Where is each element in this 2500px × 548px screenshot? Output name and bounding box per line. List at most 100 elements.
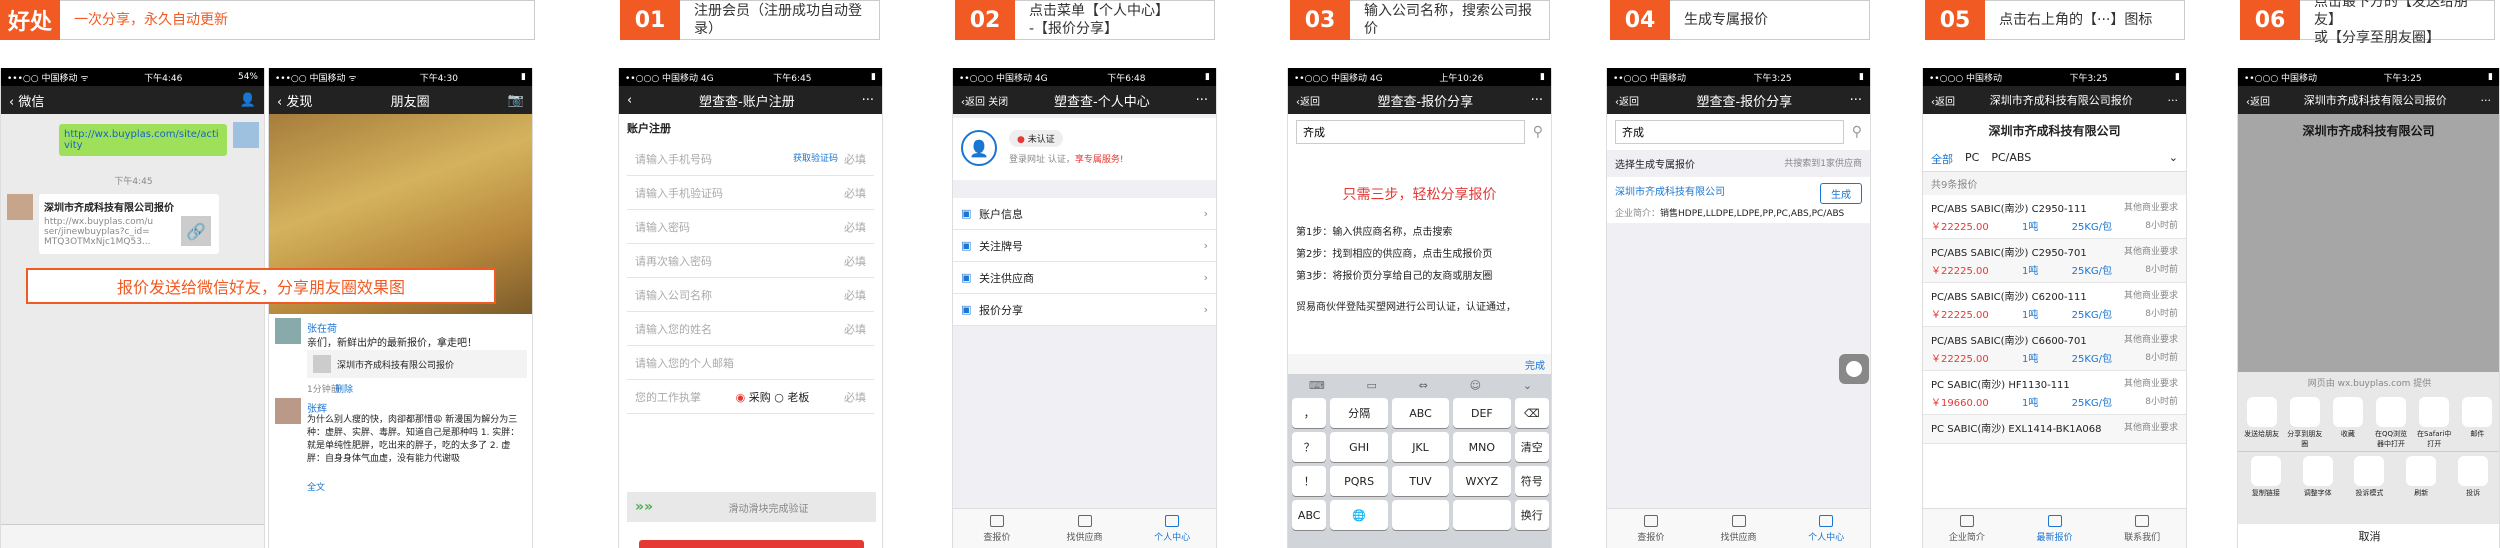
more-icon[interactable]: ···: [1531, 93, 1543, 108]
back-button[interactable]: ‹返回 关闭: [961, 93, 1008, 108]
back-button[interactable]: ‹返回: [1615, 93, 1639, 108]
tab-suppliers[interactable]: 找供应商: [1695, 509, 1783, 548]
tab-profile[interactable]: 个人中心: [1782, 509, 1870, 548]
key[interactable]: 符号: [1514, 466, 1549, 496]
post-author[interactable]: 张辉: [307, 400, 327, 415]
form-field[interactable]: 请输入公司名称 必填: [627, 278, 874, 312]
cancel-button[interactable]: 取消: [2238, 524, 2499, 548]
filter-pc[interactable]: PC: [1965, 151, 1979, 167]
form-field[interactable]: 请输入您的个人邮箱: [627, 346, 874, 380]
form-field[interactable]: 请输入您的姓名 必填: [627, 312, 874, 346]
key[interactable]: PQRS: [1330, 466, 1388, 496]
key[interactable]: ，: [1292, 398, 1327, 428]
quote-item[interactable]: PC/ABS SABIC(南沙) C2950-701 其他商业要求 ￥22225.0…: [1923, 239, 2186, 283]
collapse-icon[interactable]: ⌄: [1523, 379, 1532, 392]
key[interactable]: 清空: [1514, 432, 1549, 462]
share-option[interactable]: 邮件: [2458, 397, 2496, 447]
share-option[interactable]: 收藏: [2329, 397, 2367, 447]
role-option[interactable]: 采购: [749, 391, 771, 404]
search-icon[interactable]: ⚲: [1533, 124, 1543, 140]
cursor-icon[interactable]: ⇔: [1419, 379, 1428, 392]
link-message[interactable]: http://wx.buyplas.com/site/activity: [59, 124, 227, 156]
more-icon[interactable]: ···: [2481, 94, 2492, 107]
slider-handle-icon[interactable]: »»: [627, 492, 661, 522]
emoji-icon[interactable]: ☺: [1470, 379, 1481, 392]
handwriting-icon[interactable]: ▭: [1367, 379, 1377, 392]
share-card[interactable]: 深圳市齐成科技有限公司报价 http://wx.buyplas.com/user…: [39, 194, 219, 254]
key[interactable]: 分隔: [1330, 398, 1388, 428]
key[interactable]: GHI: [1330, 432, 1388, 462]
keyboard-icon[interactable]: ⌨: [1309, 379, 1325, 392]
key[interactable]: ⌫: [1514, 398, 1549, 428]
tab-profile[interactable]: 个人中心: [1128, 509, 1216, 548]
back-button[interactable]: ‹ 发现: [277, 91, 312, 110]
back-button[interactable]: ‹返回: [1296, 93, 1320, 108]
key[interactable]: ABC: [1391, 398, 1450, 428]
close-label[interactable]: 关闭: [988, 97, 1008, 108]
more-icon[interactable]: ···: [1196, 93, 1208, 108]
tab-suppliers[interactable]: 找供应商: [1041, 509, 1129, 548]
key[interactable]: ABC: [1292, 500, 1327, 530]
menu-item[interactable]: ▣ 关注供应商 ›: [953, 262, 1216, 294]
more-icon[interactable]: ···: [862, 93, 874, 108]
key[interactable]: [1391, 500, 1450, 530]
generate-button[interactable]: 生成: [1820, 183, 1862, 204]
slider-verify[interactable]: »» 滑动滑块完成验证: [627, 492, 876, 522]
form-field[interactable]: 请输入手机验证码 必填: [627, 176, 874, 210]
back-button[interactable]: ‹返回: [1931, 93, 1955, 108]
share-option[interactable]: 发送给朋友: [2243, 397, 2281, 447]
more-icon[interactable]: ···: [1850, 93, 1862, 108]
quote-item[interactable]: PC/ABS SABIC(南沙) C6200-111 其他商业要求 ￥22225.0…: [1923, 283, 2186, 327]
expand-link[interactable]: 全文: [307, 480, 325, 493]
share-option[interactable]: 分享到朋友圈: [2286, 397, 2324, 447]
share-option[interactable]: 在Safari中打开: [2415, 397, 2453, 447]
search-input[interactable]: [1615, 120, 1844, 144]
role-option[interactable]: 老板: [787, 391, 809, 404]
back-button[interactable]: ‹返回: [2246, 93, 2270, 108]
filter-all[interactable]: 全部: [1931, 151, 1953, 167]
quote-item[interactable]: PC SABIC(南沙) HF1130-111 其他商业要求 ￥19660.00 1吨…: [1923, 371, 2186, 415]
quote-item[interactable]: PC/ABS SABIC(南沙) C2950-111 其他商业要求 ￥22225.0…: [1923, 195, 2186, 239]
key[interactable]: ？: [1292, 432, 1327, 462]
camera-icon[interactable]: 📷: [508, 93, 524, 108]
key[interactable]: 🌐: [1330, 500, 1388, 530]
tab-quotes[interactable]: 查报价: [1607, 509, 1695, 548]
share-option[interactable]: 刷新: [2402, 456, 2440, 506]
form-field[interactable]: 请输入密码 必填: [627, 210, 874, 244]
key[interactable]: JKL: [1391, 432, 1450, 462]
share-option[interactable]: 复制链接: [2247, 456, 2285, 506]
more-icon[interactable]: ···: [2168, 94, 2179, 107]
key[interactable]: DEF: [1453, 398, 1511, 428]
get-code-link[interactable]: 获取验证码: [793, 151, 838, 167]
share-option[interactable]: 投诉: [2454, 456, 2492, 506]
back-button[interactable]: ‹ 微信: [9, 91, 44, 110]
done-button[interactable]: 完成: [1525, 357, 1545, 372]
filter-pcabs[interactable]: PC/ABS: [1991, 151, 2031, 167]
share-option[interactable]: 在QQ浏览器中打开: [2372, 397, 2410, 447]
key[interactable]: 换行: [1514, 500, 1549, 530]
menu-item[interactable]: ▣ 关注牌号 ›: [953, 230, 1216, 262]
search-icon[interactable]: ⚲: [1852, 124, 1862, 140]
radio-checked-icon[interactable]: ◉: [736, 391, 746, 404]
key[interactable]: MNO: [1453, 432, 1511, 462]
key[interactable]: ！: [1292, 466, 1327, 496]
tab-quotes[interactable]: 查报价: [953, 509, 1041, 548]
assistive-touch[interactable]: [1839, 354, 1869, 384]
search-input[interactable]: [1296, 120, 1525, 144]
key[interactable]: [1453, 500, 1511, 530]
latest-quotes-tab[interactable]: 最新报价: [2011, 509, 2099, 548]
chevron-down-icon[interactable]: ⌄: [2169, 151, 2178, 167]
submit-button[interactable]: [639, 540, 864, 548]
menu-item[interactable]: ▣ 账户信息 ›: [953, 198, 1216, 230]
share-option[interactable]: 调整字体: [2299, 456, 2337, 506]
key[interactable]: TUV: [1391, 466, 1450, 496]
menu-item[interactable]: ▣ 报价分享 ›: [953, 294, 1216, 326]
quote-item[interactable]: PC SABIC(南沙) EXL1414-BK1A068 其他商业要求: [1923, 415, 2186, 444]
share-option[interactable]: 投诉模式: [2350, 456, 2388, 506]
key[interactable]: WXYZ: [1453, 466, 1511, 496]
input-bar[interactable]: [1, 524, 264, 548]
company-intro-tab[interactable]: 企业简介: [1923, 509, 2011, 548]
delete-link[interactable]: 删除: [335, 382, 353, 395]
profile-icon[interactable]: 👤: [240, 93, 256, 108]
form-field[interactable]: 请再次输入密码 必填: [627, 244, 874, 278]
